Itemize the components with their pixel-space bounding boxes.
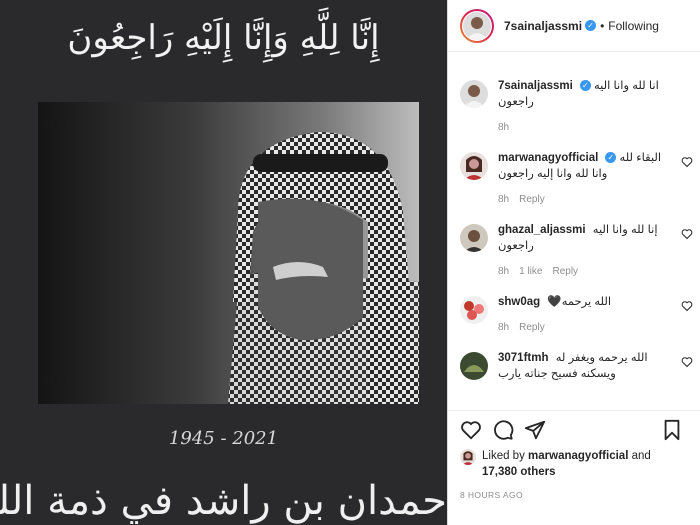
story-ring[interactable] — [460, 8, 494, 43]
name-calligraphy: حمدان بن راشد في ذمة الله — [0, 478, 447, 524]
verified-badge-icon: ✓ — [579, 80, 591, 92]
comment-username[interactable]: ghazal_aljassmi — [498, 224, 586, 236]
comment-text: الله يرحمه🖤 — [547, 296, 612, 308]
post-timestamp[interactable]: 8 HOURS AGO — [460, 490, 523, 500]
comment-avatar[interactable] — [460, 352, 488, 380]
likes-and: and — [631, 450, 651, 462]
comment-time: 8h — [498, 122, 510, 133]
post-actions-bar — [448, 410, 700, 448]
comment-item: marwanagyofficial ✓ البقاء لله وانا لله و… — [448, 150, 700, 208]
comment-like-heart-icon[interactable] — [681, 228, 693, 240]
comment-time: 8h — [498, 266, 510, 277]
comment-like-heart-icon[interactable] — [681, 300, 693, 312]
bookmark-icon[interactable] — [661, 419, 683, 441]
comment-like-heart-icon[interactable] — [681, 156, 693, 168]
comment-time: 8h — [498, 322, 510, 333]
comment-username[interactable]: marwanagyofficial — [498, 152, 598, 164]
comment-avatar[interactable] — [460, 152, 488, 180]
following-button[interactable]: Following — [608, 19, 659, 33]
comment-time: 8h — [498, 194, 510, 205]
reply-button[interactable]: Reply — [519, 194, 545, 205]
liker-username[interactable]: marwanagyofficial — [528, 450, 628, 462]
post-image[interactable]: إِنَّا لِلَّهِ وَإِنَّا إِلَيْهِ رَاجِعُ… — [0, 0, 447, 525]
comment-avatar[interactable] — [460, 80, 488, 108]
verified-badge-icon: ✓ — [585, 20, 597, 31]
likes-prefix: Liked by — [482, 450, 525, 462]
comment-username[interactable]: shw0ag — [498, 296, 540, 308]
post-sidebar: 7sainaljassmi ✓ • Following 7sainaljassm… — [447, 0, 700, 525]
comments-list: 7sainaljassmi ✓ انا لله وانا اليه راجعون … — [448, 60, 700, 405]
heart-icon[interactable] — [460, 419, 482, 441]
comment-like-heart-icon[interactable] — [681, 356, 693, 368]
likes-count[interactable]: 17,380 others — [482, 466, 556, 478]
comment-likes-count[interactable]: 1 like — [519, 266, 542, 277]
likes-summary: Liked by marwanagyofficial and 17,380 ot… — [460, 448, 690, 480]
comment-icon[interactable] — [492, 419, 514, 441]
share-icon[interactable] — [524, 419, 546, 441]
comment-avatar[interactable] — [460, 224, 488, 252]
post-header: 7sainaljassmi ✓ • Following — [448, 0, 700, 52]
comment-avatar[interactable] — [460, 296, 488, 324]
quran-verse: إِنَّا لِلَّهِ وَإِنَّا إِلَيْهِ رَاجِعُ… — [67, 18, 380, 58]
verified-badge-icon: ✓ — [605, 152, 617, 164]
comment-item: 3071ftmh الله يرحمه ويغفر له ويسكنه فسيح… — [448, 350, 700, 382]
comment-item: shw0ag الله يرحمه🖤 8h Reply — [448, 294, 700, 336]
comment-item: ghazal_aljassmi إنا لله وانا اليه راجعون… — [448, 222, 700, 280]
years-caption: 1945 - 2021 — [168, 428, 279, 449]
comment-username[interactable]: 7sainaljassmi — [498, 80, 573, 92]
liker-avatar[interactable] — [460, 449, 476, 465]
comment-item: 7sainaljassmi ✓ انا لله وانا اليه راجعون … — [448, 78, 700, 136]
portrait-photo — [38, 102, 419, 404]
separator-dot: • — [600, 18, 605, 33]
reply-button[interactable]: Reply — [519, 322, 545, 333]
reply-button[interactable]: Reply — [552, 266, 578, 277]
comment-username[interactable]: 3071ftmh — [498, 352, 549, 364]
avatar — [463, 11, 491, 40]
header-username[interactable]: 7sainaljassmi — [504, 19, 582, 33]
